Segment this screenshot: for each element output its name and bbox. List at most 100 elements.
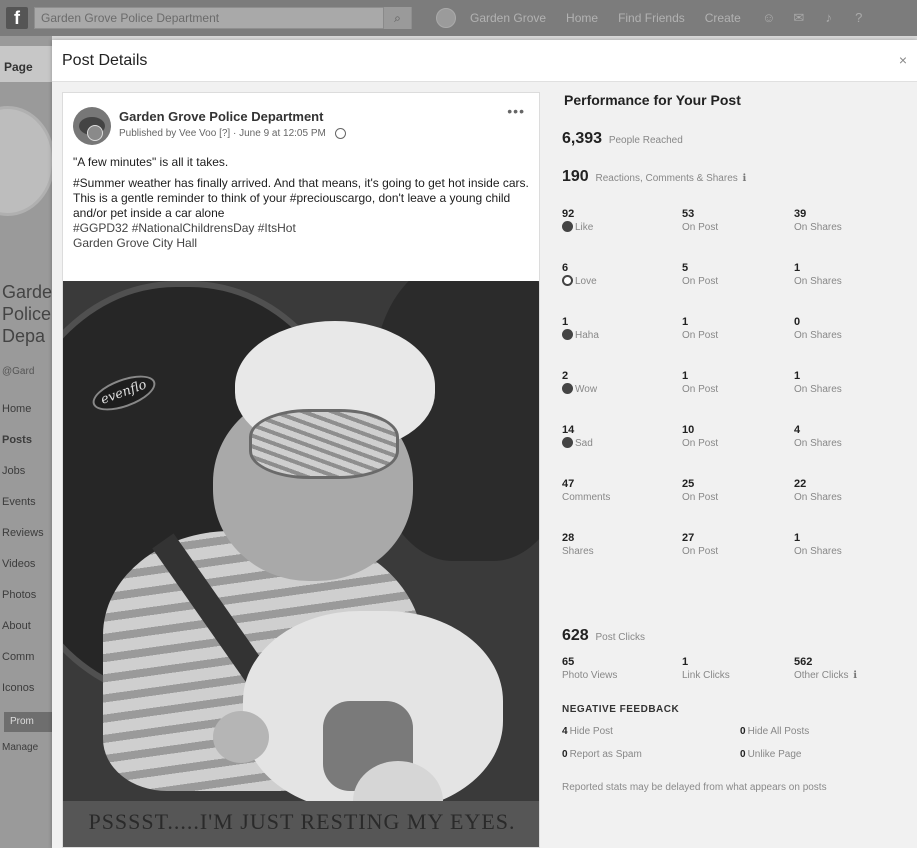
comments-on-shares: 22 [794, 478, 807, 490]
page-nav-reviews[interactable]: Reviews [2, 518, 44, 549]
post-meta: Published by Vee Voo [?] · June 9 at 12:… [119, 128, 346, 139]
clicks-breakdown: 65 Photo Views 1 Link Clicks 562 Other Clic… [562, 656, 902, 686]
messages-icon[interactable]: ✉ [791, 10, 807, 26]
unlike-page-stat: 0 Unlike Page [740, 749, 801, 760]
page-nav-community[interactable]: Comm [2, 642, 44, 673]
post-location[interactable]: Garden Grove City Hall [73, 236, 535, 251]
modal-header: Post Details [52, 40, 917, 82]
manage-link[interactable]: Manage [2, 742, 38, 753]
published-date[interactable]: June 9 at 12:05 PM [239, 128, 326, 139]
negative-feedback-title: NEGATIVE FEEDBACK [562, 704, 680, 715]
hide-all-posts-stat: 0 Hide All Posts [740, 726, 809, 737]
notifications-icon[interactable]: ♪ [821, 10, 837, 26]
more-options-icon[interactable]: ••• [507, 103, 525, 119]
on-post-label: On Post [682, 330, 719, 341]
on-shares-label: On Shares [794, 438, 842, 449]
post-photo[interactable]: evenflo PSSSST.....I'M JUST RESTING MY E… [63, 281, 539, 847]
published-by[interactable]: Published by Vee Voo [119, 128, 216, 139]
page-nav-posts[interactable]: Posts [2, 425, 44, 456]
page-name-line: Police [2, 304, 52, 324]
home-link[interactable]: Home [560, 11, 604, 25]
stat-row-haha: 1 Haha 1 On Post 0 On Shares [562, 316, 902, 370]
help-icon[interactable]: ? [851, 10, 867, 26]
post-text-paragraph: #Summer weather has finally arrived. And… [73, 176, 529, 220]
sad-on-shares: 4 [794, 424, 801, 436]
love-on-shares: 1 [794, 262, 801, 274]
sad-total: 14 [562, 424, 575, 436]
post-hashtags[interactable]: #GGPD32 #NationalChildrensDay #ItsHot [73, 221, 535, 236]
page-nav-events[interactable]: Events [2, 487, 44, 518]
page-name: Garde Police Depa [2, 281, 52, 347]
facebook-logo-icon[interactable]: f [6, 7, 28, 29]
haha-on-shares: 0 [794, 316, 801, 328]
profile-link[interactable]: Garden Grove [464, 11, 552, 25]
hide-post-value: 4 [562, 726, 568, 737]
friend-requests-icon[interactable]: ☺ [761, 10, 777, 26]
find-friends-link[interactable]: Find Friends [612, 11, 691, 25]
page-username: @Gard [2, 366, 35, 377]
people-reached-label: People Reached [608, 135, 683, 146]
page-nav-jobs[interactable]: Jobs [2, 456, 44, 487]
reactions-value: 190 [562, 168, 589, 185]
unlike-value: 0 [740, 749, 746, 760]
top-navigation-bar: f Garden Grove Police Department ⌕ Garde… [0, 0, 917, 36]
link-clicks-label: Link Clicks [682, 670, 730, 681]
on-shares-label: On Shares [794, 492, 842, 503]
like-icon [562, 221, 573, 232]
info-icon[interactable]: ℹ [850, 670, 857, 681]
promote-button[interactable]: Prom [4, 712, 52, 732]
page-profile-picture[interactable] [0, 106, 52, 216]
page-tab[interactable]: Page [0, 46, 52, 82]
page-nav: Home Posts Jobs Events Reviews Videos Ph… [2, 394, 44, 704]
search-input[interactable]: Garden Grove Police Department ⌕ [34, 7, 412, 29]
modal-body: Garden Grove Police Department Published… [52, 82, 917, 848]
haha-total: 1 [562, 316, 569, 328]
page-name-line: Garde [2, 282, 52, 302]
performance-panel: Performance for Your Post 6,393 People R… [554, 82, 909, 848]
hide-all-value: 0 [740, 726, 746, 737]
post-card: Garden Grove Police Department Published… [62, 92, 540, 848]
page-nav-home[interactable]: Home [2, 394, 44, 425]
wow-total: 2 [562, 370, 569, 382]
search-input-value: Garden Grove Police Department [41, 11, 220, 25]
stat-row-wow: 2 Wow 1 On Post 1 On Shares [562, 370, 902, 424]
post-clicks-label: Post Clicks [595, 632, 645, 643]
haha-on-post: 1 [682, 316, 689, 328]
haha-icon [562, 329, 573, 340]
post-details-modal: Post Details × Garden Grove Police Depar… [52, 40, 917, 848]
photo-views-label: Photo Views [562, 670, 618, 681]
page-nav-photos[interactable]: Photos [2, 580, 44, 611]
report-spam-value: 0 [562, 749, 568, 760]
on-shares-label: On Shares [794, 384, 842, 395]
people-reached-value: 6,393 [562, 130, 603, 147]
shares-on-shares: 1 [794, 532, 801, 544]
sad-icon [562, 437, 573, 448]
wow-label: Wow [575, 384, 598, 395]
photo-child-hand [213, 711, 269, 763]
other-clicks-value: 562 [794, 656, 813, 668]
post-author-avatar[interactable] [73, 107, 111, 145]
on-post-label: On Post [682, 438, 719, 449]
create-link[interactable]: Create [699, 11, 747, 25]
info-icon[interactable]: ℹ [743, 173, 747, 184]
post-author-name[interactable]: Garden Grove Police Department [119, 109, 323, 124]
globe-icon [334, 128, 346, 139]
love-label: Love [575, 276, 597, 287]
close-icon[interactable]: × [899, 52, 907, 68]
wow-icon [562, 383, 573, 394]
on-shares-label: On Shares [794, 222, 842, 233]
photo-views-value: 65 [562, 656, 575, 668]
wow-on-shares: 1 [794, 370, 801, 382]
search-icon[interactable]: ⌕ [383, 7, 411, 29]
page-nav-iconos[interactable]: Iconos [2, 673, 44, 704]
page-nav-videos[interactable]: Videos [2, 549, 44, 580]
profile-avatar[interactable] [436, 8, 456, 28]
hide-all-label: Hide All Posts [747, 726, 810, 737]
reactions-label: Reactions, Comments & Shares [595, 173, 738, 184]
stat-row-shares: 28 Shares 27 On Post 1 On Shares [562, 532, 902, 586]
separator: [?] · [219, 128, 240, 140]
sad-label: Sad [575, 438, 593, 449]
stat-row-comments: 47 Comments 25 On Post 22 On Shares [562, 478, 902, 532]
page-name-line: Depa [2, 326, 46, 346]
page-nav-about[interactable]: About [2, 611, 44, 642]
